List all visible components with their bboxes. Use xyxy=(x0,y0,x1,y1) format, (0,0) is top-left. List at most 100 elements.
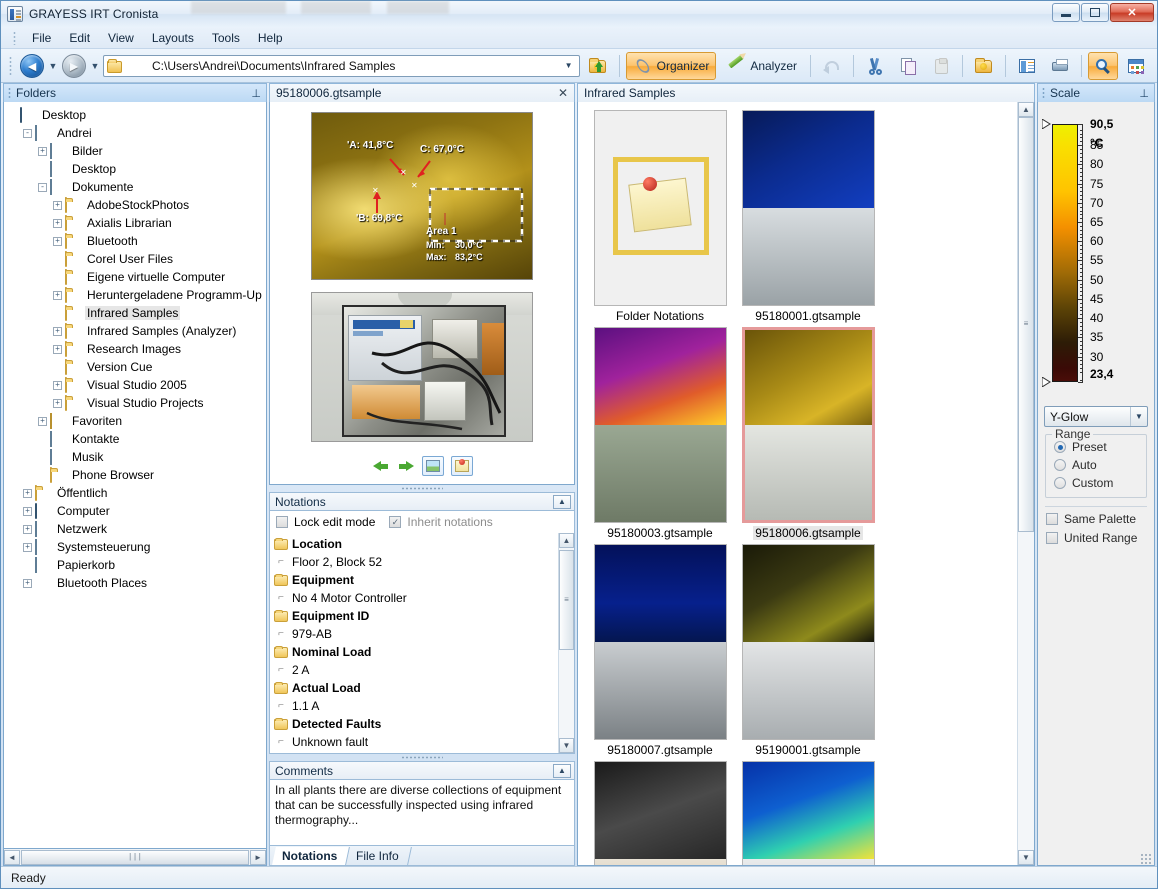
thumbnail-item[interactable]: 95180001.gtsample xyxy=(734,110,882,323)
same-palette-row[interactable]: Same Palette xyxy=(1038,509,1154,528)
thumbnails-scroll-down[interactable]: ▼ xyxy=(1018,850,1034,865)
hscroll-thumb[interactable]: ||| xyxy=(21,850,249,865)
notation-category[interactable]: Equipment ID xyxy=(274,607,558,625)
minimize-button[interactable] xyxy=(1052,3,1080,22)
open-folder-button[interactable] xyxy=(969,52,999,80)
thumbnail-item[interactable]: 95180003.gtsample xyxy=(586,327,734,540)
tree-item-bilder[interactable]: +Bilder xyxy=(8,142,266,160)
tree-expander[interactable]: - xyxy=(38,183,47,192)
tree-item-bluetooth-places[interactable]: +Bluetooth Places xyxy=(8,574,266,592)
tree-item-corel-user-files[interactable]: Corel User Files xyxy=(8,250,266,268)
notations-scroll-up[interactable]: ▲ xyxy=(559,533,574,548)
united-range-row[interactable]: United Range xyxy=(1038,528,1154,547)
united-range-checkbox[interactable] xyxy=(1046,532,1058,544)
notations-collapse-button[interactable]: ▲ xyxy=(553,495,571,509)
tree-item-desktop[interactable]: Desktop xyxy=(8,106,266,124)
report-button[interactable] xyxy=(1012,52,1042,80)
notations-list[interactable]: Location⌐Floor 2, Block 52Equipment⌐No 4… xyxy=(269,533,575,754)
notation-value[interactable]: ⌐No 4 Motor Controller xyxy=(274,589,558,607)
back-history-caret[interactable]: ▼ xyxy=(48,61,58,71)
tree-expander[interactable] xyxy=(38,435,47,444)
tree-expander[interactable]: + xyxy=(23,525,32,534)
forward-button[interactable]: ► xyxy=(61,53,87,79)
tree-item-bluetooth[interactable]: +Bluetooth xyxy=(8,232,266,250)
tree-item-desktop[interactable]: Desktop xyxy=(8,160,266,178)
thumbnail-item[interactable]: 95190003.gtsample xyxy=(586,761,734,865)
folders-panel-grip[interactable] xyxy=(8,87,11,99)
notation-category[interactable]: Location xyxy=(274,535,558,553)
thumbnail-frame[interactable] xyxy=(742,761,875,865)
tree-item-infrared-samples[interactable]: Infrared Samples xyxy=(8,304,266,322)
tree-expander[interactable] xyxy=(23,561,32,570)
thumbnail-item[interactable]: 95180007.gtsample xyxy=(586,544,734,757)
radio-custom[interactable] xyxy=(1054,477,1066,489)
lock-edit-mode-checkbox[interactable] xyxy=(276,516,288,528)
preview-toggle-button[interactable] xyxy=(1088,52,1118,80)
cut-button[interactable] xyxy=(860,52,890,80)
thumbnails-scroll-thumb[interactable]: ≡ xyxy=(1018,117,1034,532)
range-option-auto[interactable]: Auto xyxy=(1054,456,1140,474)
tree-expander[interactable]: + xyxy=(23,489,32,498)
visual-image[interactable] xyxy=(311,292,533,442)
tree-item-systemsteuerung[interactable]: +Systemsteuerung xyxy=(8,538,266,556)
tree-expander[interactable]: + xyxy=(23,507,32,516)
tree-expander[interactable]: + xyxy=(53,345,62,354)
notation-value[interactable]: ⌐979-AB xyxy=(274,625,558,643)
tree-expander[interactable] xyxy=(38,471,47,480)
thumbnail-item[interactable]: 95190001.gtsample xyxy=(734,544,882,757)
notation-value[interactable]: ⌐Floor 2, Block 52 xyxy=(274,553,558,571)
tab-file-info[interactable]: File Info xyxy=(346,847,412,865)
tree-item-phone-browser[interactable]: Phone Browser xyxy=(8,466,266,484)
pin-icon[interactable]: ⊥ xyxy=(251,87,261,100)
tree-expander[interactable]: + xyxy=(53,327,62,336)
comments-splitter[interactable] xyxy=(269,754,575,761)
notation-category[interactable]: Nominal Load xyxy=(274,643,558,661)
thumbnail-frame[interactable] xyxy=(594,110,727,306)
image-preview-area[interactable]: ✕ ✕ ✕ 'A: 41,8°C C: 67,0°C 'B: 69,8°C Ar… xyxy=(269,102,575,485)
copy-button[interactable] xyxy=(893,52,923,80)
tree-item-research-images[interactable]: +Research Images xyxy=(8,340,266,358)
notations-scroll-thumb[interactable]: ≡ xyxy=(559,550,574,650)
scale-min-marker[interactable] xyxy=(1042,377,1051,387)
tree-item-andrei[interactable]: -Andrei xyxy=(8,124,266,142)
forward-history-caret[interactable]: ▼ xyxy=(90,61,100,71)
tree-expander[interactable] xyxy=(53,273,62,282)
thumbnail-frame[interactable] xyxy=(594,761,727,865)
thumbnail-frame[interactable] xyxy=(594,544,727,740)
menu-layouts[interactable]: Layouts xyxy=(144,29,202,47)
tree-expander[interactable]: + xyxy=(53,219,62,228)
hscroll-left-arrow[interactable]: ◄ xyxy=(4,850,20,865)
tree-item-musik[interactable]: Musik xyxy=(8,448,266,466)
show-notations-button[interactable] xyxy=(451,456,473,476)
thumbnails-scroll-track[interactable]: ≡ xyxy=(1018,117,1034,850)
toolbar-grip[interactable] xyxy=(9,56,12,76)
radio-preset[interactable] xyxy=(1054,441,1066,453)
address-dropdown-arrow[interactable]: ▼ xyxy=(561,61,577,70)
hscroll-right-arrow[interactable]: ► xyxy=(250,850,266,865)
tree-item-papierkorb[interactable]: Papierkorb xyxy=(8,556,266,574)
notation-category[interactable]: Equipment xyxy=(274,571,558,589)
tree-expander[interactable]: + xyxy=(38,147,47,156)
maximize-button[interactable] xyxy=(1081,3,1109,22)
radio-auto[interactable] xyxy=(1054,459,1066,471)
palette-select[interactable]: Y-Glow ▼ xyxy=(1044,406,1148,427)
tree-expander[interactable] xyxy=(53,255,62,264)
tree-expander[interactable]: + xyxy=(53,291,62,300)
tree-item-visual-studio-2005[interactable]: +Visual Studio 2005 xyxy=(8,376,266,394)
tree-expander[interactable]: + xyxy=(53,237,62,246)
tree-item-heruntergeladene-programm-up[interactable]: +Heruntergeladene Programm-Up xyxy=(8,286,266,304)
tree-item-axialis-librarian[interactable]: +Axialis Librarian xyxy=(8,214,266,232)
tree-expander[interactable]: + xyxy=(38,417,47,426)
temperature-scale-graph[interactable]: 858075706560555045403530 90,5 °C 23,4 xyxy=(1038,102,1154,404)
folder-tree-hscrollbar[interactable]: ◄ ||| ► xyxy=(3,849,267,866)
preview-splitter[interactable] xyxy=(269,485,575,492)
thumbnail-item[interactable]: 95190005.gtsample xyxy=(734,761,882,865)
close-button[interactable]: ✕ xyxy=(1110,3,1154,22)
tree-item-adobestockphotos[interactable]: +AdobeStockPhotos xyxy=(8,196,266,214)
folder-tree[interactable]: Desktop-Andrei+BilderDesktop-Dokumente+A… xyxy=(3,102,267,849)
menu-edit[interactable]: Edit xyxy=(61,29,98,47)
tree-expander[interactable] xyxy=(38,453,47,462)
scale-pin-icon[interactable]: ⊥ xyxy=(1139,87,1149,100)
tree-expander[interactable]: + xyxy=(53,381,62,390)
tree-item-kontakte[interactable]: Kontakte xyxy=(8,430,266,448)
